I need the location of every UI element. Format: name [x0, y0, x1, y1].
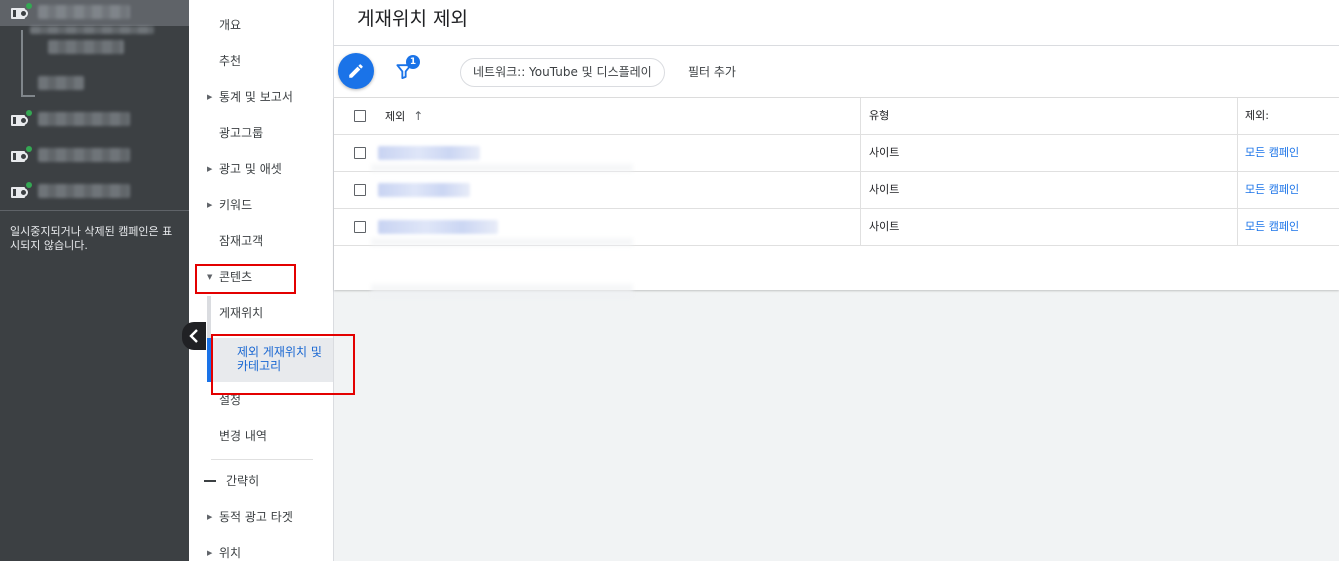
caret-right-icon: ▶	[207, 201, 213, 209]
nav-item-ads-assets[interactable]: ▶ 광고 및 애셋	[189, 156, 334, 182]
caret-right-icon: ▶	[207, 549, 213, 557]
caret-right-icon: ▶	[207, 93, 213, 101]
nav-item-label: 콘텐츠	[219, 270, 253, 284]
nav-item-ad-groups[interactable]: 광고그룹	[189, 120, 334, 146]
nav-item-keywords[interactable]: ▶ 키워드	[189, 192, 334, 218]
table-header-row: 제외 ↑ 유형 제외:	[334, 98, 1339, 135]
nav-item-settings[interactable]: 설정	[189, 387, 334, 413]
nav-item-overview[interactable]: 개요	[189, 12, 334, 38]
blurred-adgroup-name[interactable]	[48, 40, 124, 54]
nav-item-excluded-placements[interactable]: 제외 게재위치 및 카테고리	[207, 338, 333, 382]
edit-button[interactable]	[338, 53, 374, 89]
blurred-campaign-name	[38, 112, 130, 126]
nav-item-stats-reports[interactable]: ▶ 통계 및 보고서	[189, 84, 334, 110]
minus-icon	[204, 480, 216, 482]
excluded-from-link[interactable]: 모든 캠페인	[1245, 135, 1299, 172]
campaign-icon	[11, 3, 32, 20]
tree-line	[21, 30, 23, 96]
nav-item-change-history[interactable]: 변경 내역	[189, 423, 334, 449]
blurred-placement-url[interactable]	[378, 146, 480, 160]
nav-item-label: 통계 및 보고서	[219, 90, 293, 104]
campaign-row[interactable]	[0, 179, 189, 205]
nav-item-placements[interactable]: 게재위치	[189, 300, 334, 326]
exclusions-table: 제외 ↑ 유형 제외: 사이트 모든 캠페인 사이트 모든 캠페인 사이트 모든 …	[334, 98, 1339, 296]
caret-right-icon: ▶	[207, 165, 213, 173]
network-filter-chip[interactable]: 네트워크:: YouTube 및 디스플레이	[460, 58, 665, 87]
title-bar: 게재위치 제외	[334, 0, 1339, 46]
column-header-exclusion[interactable]: 제외 ↑	[385, 98, 423, 135]
nav-item-content[interactable]: ▼ 콘텐츠	[189, 264, 334, 290]
row-checkbox[interactable]	[354, 147, 366, 159]
campaign-row[interactable]	[0, 0, 189, 26]
excluded-from-link[interactable]: 모든 캠페인	[1245, 209, 1299, 246]
blur-artifact	[371, 284, 633, 296]
type-cell: 사이트	[869, 183, 900, 196]
main-content: 게재위치 제외 1 네트워크:: YouTube 및 디스플레이 필터 추가 제…	[334, 0, 1339, 561]
filter-count-badge: 1	[406, 55, 420, 69]
campaign-panel: 일시중지되거나 삭제된 캠페인은 표시되지 않습니다.	[0, 0, 189, 561]
blurred-campaign-name	[38, 5, 130, 19]
blurred-campaign-name	[38, 148, 130, 162]
nav-divider	[211, 459, 313, 460]
column-header-excluded-from[interactable]: 제외:	[1245, 98, 1269, 135]
hidden-campaigns-note: 일시중지되거나 삭제된 캠페인은 표시되지 않습니다.	[10, 225, 173, 252]
excluded-from-link[interactable]: 모든 캠페인	[1245, 172, 1299, 209]
nav-item-label: 광고 및 애셋	[219, 162, 282, 176]
nav-item-label: 간략히	[226, 474, 260, 488]
chevron-left-icon	[189, 329, 198, 343]
pencil-icon	[349, 64, 363, 78]
nav-item-audiences[interactable]: 잠재고객	[189, 228, 334, 254]
campaign-row[interactable]	[0, 143, 189, 169]
panel-divider	[0, 210, 189, 211]
collapse-panel-button[interactable]	[182, 322, 206, 350]
blur-artifact	[371, 164, 633, 172]
page-title: 게재위치 제외	[357, 8, 468, 30]
column-header-label: 제외	[385, 110, 406, 123]
blurred-placement-url[interactable]	[378, 183, 470, 197]
add-filter-button[interactable]: 필터 추가	[688, 63, 736, 80]
row-checkbox[interactable]	[354, 221, 366, 233]
blurred-adgroup-name[interactable]	[38, 76, 84, 90]
nav-item-locations[interactable]: ▶ 위치	[189, 540, 334, 561]
nav-item-show-less[interactable]: 간략히	[189, 468, 334, 494]
campaign-icon	[11, 146, 32, 163]
blurred-text	[30, 26, 154, 34]
blurred-campaign-name	[38, 184, 130, 198]
caret-right-icon: ▶	[207, 513, 213, 521]
tree-branch	[21, 95, 35, 97]
type-cell: 사이트	[869, 146, 900, 159]
sort-up-icon: ↑	[413, 109, 424, 123]
blur-artifact	[371, 238, 633, 246]
campaign-icon	[11, 182, 32, 199]
campaign-row[interactable]	[0, 107, 189, 133]
select-all-checkbox[interactable]	[354, 110, 366, 122]
nav-item-recommendations[interactable]: 추천	[189, 48, 334, 74]
row-checkbox[interactable]	[354, 184, 366, 196]
nav-item-label: 위치	[219, 546, 242, 560]
blurred-placement-url[interactable]	[378, 220, 498, 234]
campaign-icon	[11, 110, 32, 127]
nav-item-label: 키워드	[219, 198, 253, 212]
type-cell: 사이트	[869, 220, 900, 233]
nav-item-dynamic-ad-targets[interactable]: ▶ 동적 광고 타겟	[189, 504, 334, 530]
table-toolbar: 1 네트워크:: YouTube 및 디스플레이 필터 추가	[334, 46, 1339, 98]
page-menu: 개요 추천 ▶ 통계 및 보고서 광고그룹 ▶ 광고 및 애셋 ▶ 키워드 잠재…	[189, 0, 334, 561]
nav-item-label: 동적 광고 타겟	[219, 510, 293, 524]
table-row: 사이트 모든 캠페인	[334, 172, 1339, 209]
caret-down-icon: ▼	[207, 273, 213, 281]
column-header-type[interactable]: 유형	[869, 98, 889, 135]
